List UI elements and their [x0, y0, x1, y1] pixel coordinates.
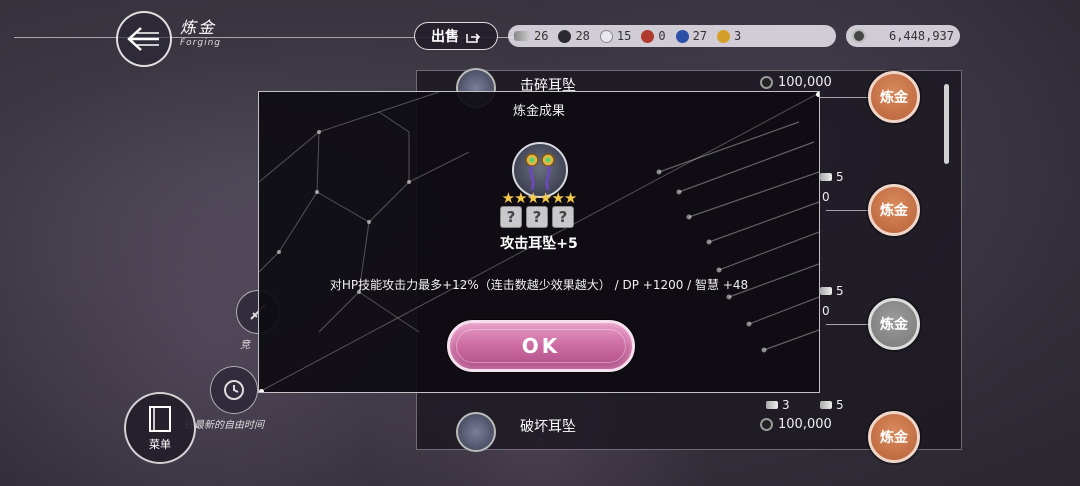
gem-icon	[820, 401, 832, 409]
connector-line	[826, 324, 868, 325]
corner-dot	[816, 92, 819, 97]
sell-button[interactable]: 出售	[414, 22, 498, 50]
coin-icon	[760, 418, 773, 431]
material-count: 3	[766, 398, 790, 412]
free-time-button[interactable]	[210, 366, 258, 414]
money-value: 6,448,937	[888, 29, 954, 43]
earring-thumb	[456, 412, 496, 452]
currency-red-orb: 0	[641, 29, 666, 43]
currency-value: 26	[534, 29, 549, 43]
stat-count: 5	[820, 170, 844, 184]
stat-value: 5	[836, 170, 844, 184]
forge-button[interactable]: 炼金	[868, 71, 920, 123]
recipe-price: 100,000	[760, 417, 832, 432]
coin-icon	[852, 29, 866, 43]
side-label-partial: 竞	[240, 340, 250, 351]
connector-line	[826, 210, 868, 211]
item-effect: 对HP技能攻击力最多+12%（连击数越少效果越大） / DP +1200 / 智…	[329, 278, 749, 292]
stat-count-2: 0	[822, 304, 830, 318]
ok-button[interactable]: OK	[447, 320, 635, 372]
currency-white-orb: 15	[599, 29, 632, 43]
currency-value: 27	[692, 29, 708, 43]
currency-value: 0	[658, 29, 666, 43]
currency-dust: 26	[514, 29, 548, 43]
price-value: 100,000	[778, 417, 832, 432]
rarity-stars: ★★★★★★	[501, 189, 578, 207]
white-orb-icon	[599, 29, 613, 43]
clock-refresh-icon	[224, 380, 244, 400]
currency-bar: 26 28 15 0 27 3	[508, 25, 836, 47]
page-title: 炼金	[180, 18, 217, 37]
stat-value: 5	[836, 284, 844, 298]
coin-icon	[760, 76, 773, 89]
recipe-price: 100,000	[760, 75, 832, 90]
recipe-name: 破坏耳坠	[520, 419, 576, 435]
currency-value: 15	[616, 29, 632, 43]
price-value: 100,000	[778, 75, 832, 90]
empty-slot: ?	[552, 206, 574, 228]
gem-icon	[820, 287, 832, 295]
menu-label: 菜单	[149, 438, 171, 451]
empty-slot: ?	[500, 206, 522, 228]
item-name: 攻击耳坠+5	[500, 236, 578, 252]
material-count: 5	[820, 398, 844, 412]
list-scrollbar[interactable]	[944, 84, 949, 164]
free-time-label: 往最新的自由时间	[184, 420, 264, 431]
forge-button-disabled[interactable]: 炼金	[868, 298, 920, 350]
money-bar: 6,448,937	[846, 25, 960, 47]
blue-orb-icon	[675, 29, 689, 43]
forge-button[interactable]: 炼金	[868, 411, 920, 463]
currency-gold-orb: 3	[717, 29, 741, 43]
currency-value: 3	[734, 29, 742, 43]
gold-orb-icon	[717, 29, 731, 43]
book-icon	[149, 406, 171, 432]
stat-value: 3	[782, 398, 790, 412]
gem-icon	[766, 401, 778, 409]
socket-slots: ? ? ?	[500, 206, 574, 228]
currency-value: 28	[575, 29, 590, 43]
gem-icon	[820, 173, 832, 181]
export-icon	[466, 33, 481, 43]
button-inner-border	[456, 329, 626, 363]
back-arrow-icon	[127, 27, 159, 51]
black-orb-icon	[558, 29, 572, 43]
forge-button[interactable]: 炼金	[868, 184, 920, 236]
menu-button[interactable]: 菜单	[124, 392, 196, 464]
back-button[interactable]	[116, 11, 172, 67]
corner-dot	[259, 389, 264, 392]
forge-result-modal: 炼金成果 ★★★★★★ ? ? ? 攻击耳坠+5 对HP技能攻击力最多+12%（…	[258, 91, 820, 393]
sell-label: 出售	[431, 29, 459, 45]
currency-black-orb: 28	[558, 29, 590, 43]
stat-count-2: 0	[822, 190, 830, 204]
stat-count: 5	[820, 284, 844, 298]
earring-icon	[525, 153, 555, 191]
dust-icon	[514, 31, 530, 41]
red-orb-icon	[641, 29, 655, 43]
empty-slot: ?	[526, 206, 548, 228]
page-subtitle: Forging	[180, 38, 222, 48]
modal-title: 炼金成果	[512, 104, 565, 119]
connector-line	[820, 97, 868, 98]
stat-value: 5	[836, 398, 844, 412]
currency-blue-orb: 27	[675, 29, 708, 43]
